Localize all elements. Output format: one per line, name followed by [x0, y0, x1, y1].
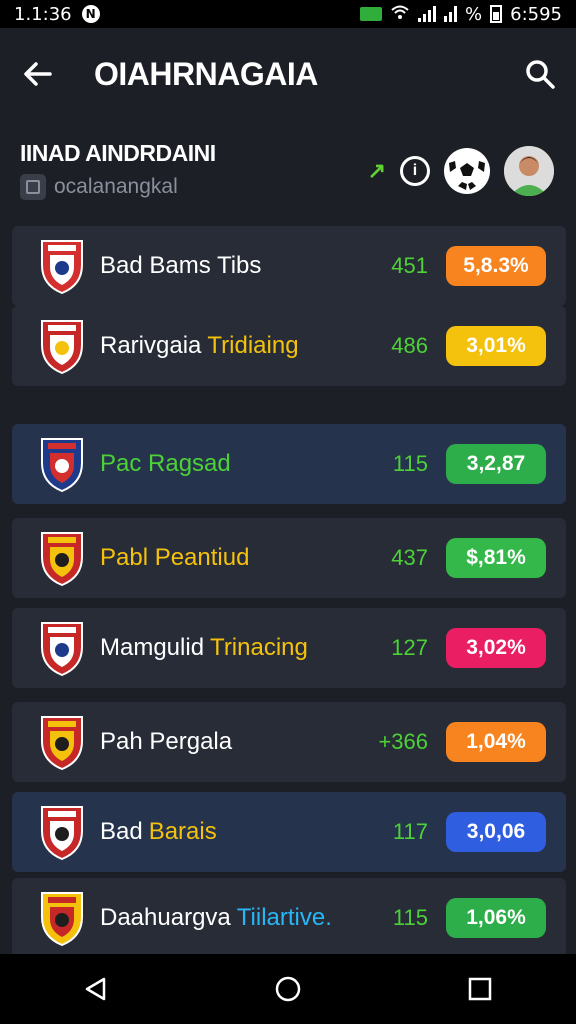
- team-name: Rarivgaia Tridiaing: [100, 332, 299, 360]
- team-row[interactable]: Pabl Peantiud 437 $,81%: [12, 518, 566, 598]
- team-score: 115: [392, 905, 428, 930]
- team-crest-icon: [38, 317, 86, 375]
- team-row[interactable]: Daahuargva Tiilartive. 115 1,06%: [12, 878, 566, 958]
- team-score: +366: [378, 729, 428, 754]
- team-name-main: Daahuargva: [100, 904, 231, 931]
- section-subtitle: ocalanangkal: [20, 174, 178, 200]
- soccer-ball-icon[interactable]: [444, 148, 490, 194]
- team-crest-icon: [38, 237, 86, 295]
- section-title: IINAD AINDRDAINI: [20, 140, 216, 166]
- battery-percent: %: [465, 3, 483, 25]
- team-name: Pac Ragsad: [100, 450, 237, 478]
- percent-badge[interactable]: 3,01%: [446, 326, 546, 366]
- nav-back-icon[interactable]: [76, 969, 116, 1009]
- team-score: 437: [391, 545, 428, 570]
- team-score: 451: [391, 253, 428, 278]
- percent-badge[interactable]: 3,2,87: [446, 444, 546, 484]
- nav-bar: [0, 954, 576, 1024]
- team-row[interactable]: Pah Pergala +366 1,04%: [12, 702, 566, 782]
- percent-badge[interactable]: 1,06%: [446, 898, 546, 938]
- cast-icon: [360, 7, 383, 21]
- team-row[interactable]: Mamgulid Trinacing 127 3,02%: [12, 608, 566, 688]
- team-name-suffix: Barais: [148, 818, 217, 845]
- search-icon[interactable]: [522, 56, 558, 92]
- status-time: 1.1:36: [14, 3, 72, 25]
- team-name-main: Rarivgaia: [100, 332, 202, 359]
- percent-badge[interactable]: 1,04%: [446, 722, 546, 762]
- team-crest-icon: [38, 619, 86, 677]
- app-bar: OIAHRNAGAIA: [0, 28, 576, 124]
- team-row[interactable]: Bad Bams Tibs 451 5,8.3%: [12, 226, 566, 306]
- percent-badge[interactable]: 3,02%: [446, 628, 546, 668]
- percent-badge[interactable]: $,81%: [446, 538, 546, 578]
- team-name: Mamgulid Trinacing: [100, 634, 308, 662]
- team-name: Daahuargva Tiilartive.: [100, 904, 332, 932]
- wifi-icon: [390, 4, 410, 25]
- team-name: Bad Bams Tibs: [100, 252, 267, 280]
- back-arrow-icon[interactable]: [20, 56, 56, 92]
- team-crest-icon: [38, 889, 86, 947]
- team-crest-icon: [38, 803, 86, 861]
- team-name-main: Pah Pergala: [100, 728, 233, 755]
- team-name: Pabl Peantiud: [100, 544, 255, 572]
- info-icon[interactable]: i: [400, 156, 430, 186]
- notification-icon: N: [81, 5, 100, 23]
- team-crest-icon: [38, 435, 86, 493]
- team-name-suffix: Trinacing: [210, 634, 308, 661]
- team-name-main: Mamgulid: [100, 634, 205, 661]
- calendar-icon: [20, 174, 46, 200]
- page-title: OIAHRNAGAIA: [94, 56, 318, 92]
- team-row[interactable]: Rarivgaia Tridiaing 486 3,01%: [12, 306, 566, 386]
- section-subtitle-text: ocalanangkal: [54, 175, 178, 198]
- team-crest-icon: [38, 713, 86, 771]
- team-score: 117: [392, 819, 428, 844]
- team-name-main: Pabl Peantiud: [100, 544, 250, 571]
- team-name-suffix: Tridiaing: [207, 332, 299, 359]
- nav-home-icon[interactable]: [268, 969, 308, 1009]
- team-name-main: Bad Bams Tibs: [100, 252, 262, 279]
- avatar[interactable]: [504, 146, 554, 196]
- trend-icon[interactable]: ↗: [368, 158, 386, 184]
- team-name: Bad Barais: [100, 818, 217, 846]
- team-name-main: Pac Ragsad: [100, 450, 231, 477]
- team-score: 115: [392, 451, 428, 476]
- team-name-suffix: Tiilartive.: [236, 904, 332, 931]
- signal-icon-2: [444, 6, 458, 22]
- team-score: 127: [391, 635, 428, 660]
- percent-badge[interactable]: 5,8.3%: [446, 246, 546, 286]
- team-name-main: Bad: [100, 818, 143, 845]
- signal-icon: [418, 6, 437, 22]
- team-score: 486: [391, 333, 428, 358]
- team-row[interactable]: Pac Ragsad 115 3,2,87: [12, 424, 566, 504]
- percent-badge[interactable]: 3,0,06: [446, 812, 546, 852]
- status-bar: 1.1:36 N % 6:595: [0, 0, 576, 28]
- battery-icon: [490, 5, 503, 23]
- team-name: Pah Pergala: [100, 728, 238, 756]
- status-right-time: 6:595: [510, 3, 562, 25]
- team-row[interactable]: Bad Barais 117 3,0,06: [12, 792, 566, 872]
- team-crest-icon: [38, 529, 86, 587]
- nav-recents-icon[interactable]: [460, 969, 500, 1009]
- header-actions: ↗ i: [368, 146, 554, 196]
